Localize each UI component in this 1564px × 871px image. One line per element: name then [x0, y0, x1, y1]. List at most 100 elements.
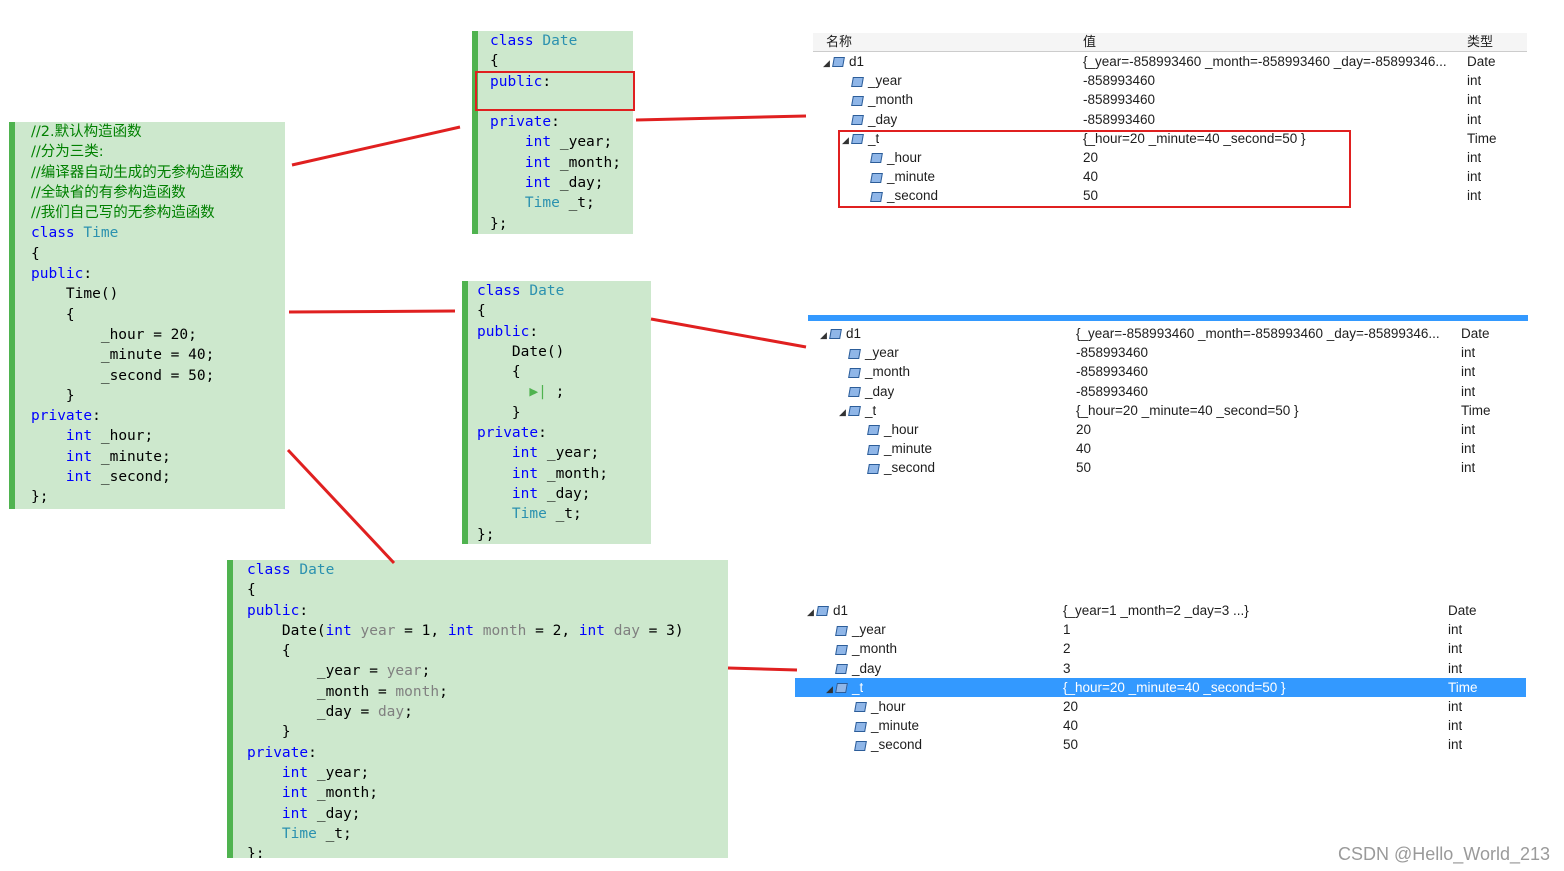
code-token: //编译器自动生成的无参构造函数 [31, 164, 244, 181]
code-token: } [31, 387, 75, 404]
variable-value[interactable]: -858993460 [1076, 382, 1455, 401]
code-line: class Time [31, 223, 285, 243]
code-lines: //2.默认构造函数 //分为三类: //编译器自动生成的无参构造函数 //全缺省的有… [31, 122, 285, 508]
code-token: _t; [546, 506, 582, 523]
watch-row[interactable]: ◢ _t {_hour=20 _minute=40 _second=50 } Time [795, 677, 1526, 699]
watch-row[interactable]: _minute 40 int [795, 716, 1526, 735]
code-line: public: [477, 322, 651, 342]
variable-value[interactable]: -858993460 [1076, 362, 1455, 381]
watch-name-cell: _year [826, 620, 886, 639]
code-token: _t; [316, 825, 352, 842]
code-token: ; [421, 663, 431, 680]
variable-name: _year [852, 622, 886, 638]
code-line: }; [490, 214, 633, 234]
variable-value[interactable]: {_year=1 _month=2 _day=3 ...} [1063, 601, 1442, 620]
code-line: private: [247, 743, 728, 763]
variable-name: _minute [884, 441, 933, 457]
watch-row[interactable]: _year -858993460 int [808, 343, 1528, 362]
expand-toggle-icon[interactable]: ◢ [807, 603, 817, 622]
watch-name-cell: _hour [845, 697, 906, 716]
watch-row[interactable]: ◢ d1 {_year=-858993460 _month=-858993460 _… [813, 52, 1527, 71]
code-line: } [31, 386, 285, 406]
variable-value[interactable]: 20 [1063, 697, 1442, 716]
expand-toggle-icon[interactable]: ◢ [820, 326, 830, 345]
watch-row[interactable]: _day 3 int [795, 659, 1526, 678]
variable-value[interactable]: {_year=-858993460 _month=-858993460 _day… [1083, 52, 1461, 71]
code-token: public [477, 323, 530, 340]
watch-row[interactable]: _month 2 int [795, 639, 1526, 658]
watermark: CSDN @Hello_World_213 [1337, 844, 1550, 864]
variable-icon [854, 740, 867, 751]
variable-value[interactable]: 2 [1063, 639, 1442, 658]
watch-row[interactable]: _hour 20 int [795, 697, 1526, 716]
watch-row[interactable]: _second 50 int [795, 735, 1526, 754]
watch-row[interactable]: _second 50 int [808, 458, 1528, 477]
code-line: { [31, 305, 285, 325]
variable-value[interactable]: 50 [1063, 735, 1442, 754]
watch-row[interactable]: _year 1 int [795, 620, 1526, 639]
variable-type: int [1461, 422, 1476, 437]
variable-value[interactable]: 1 [1063, 620, 1442, 639]
variable-value[interactable]: -858993460 [1083, 71, 1461, 90]
variable-value[interactable]: {_year=-858993460 _month=-858993460 _day… [1076, 324, 1455, 343]
variable-value[interactable]: -858993460 [1076, 343, 1455, 362]
watch-row[interactable]: _minute 40 int [808, 439, 1528, 458]
variable-value[interactable]: {_hour=20 _minute=40 _second=50 } [1063, 678, 1442, 697]
watch-name-cell: _second [845, 735, 922, 754]
watch-row[interactable]: _year -858993460 int [813, 71, 1527, 90]
variable-value[interactable]: 40 [1063, 716, 1442, 735]
variable-type: int [1448, 737, 1463, 753]
watch-row[interactable]: _hour 20 int [808, 420, 1528, 439]
code-token: int [511, 445, 539, 462]
code-line: //我们自己写的无参构造函数 [31, 203, 285, 223]
watch-row[interactable]: _month -858993460 int [813, 90, 1527, 109]
code-token: Time [511, 506, 547, 523]
expand-toggle-icon[interactable]: ◢ [823, 54, 833, 73]
watch-name-cell: ◢ d1 [807, 601, 848, 622]
code-line: private: [31, 406, 285, 426]
variable-value[interactable]: -858993460 [1083, 110, 1461, 129]
watch-row[interactable]: ◢ _t {_hour=20 _minute=40 _second=50 } Time [808, 401, 1528, 420]
variable-name: _month [868, 92, 914, 108]
variable-value[interactable]: 3 [1063, 659, 1442, 678]
variable-icon [867, 444, 880, 455]
code-token: } [477, 404, 521, 421]
code-token: month [395, 683, 440, 700]
watch-name-cell: _year [842, 71, 902, 90]
header-type: 类型 [1467, 34, 1494, 49]
watch-name-cell: ◢ _t [839, 401, 876, 422]
variable-icon [851, 115, 864, 126]
watch-row[interactable]: _day -858993460 int [813, 110, 1527, 129]
code-token: int [65, 469, 93, 486]
expand-toggle-icon[interactable]: ◢ [839, 403, 849, 422]
code-token: Time [524, 195, 560, 212]
code-token: = 2, [526, 622, 579, 639]
variable-value[interactable]: 20 [1076, 420, 1455, 439]
expand-toggle-icon[interactable]: ◢ [826, 680, 836, 699]
watch-row[interactable]: _month -858993460 int [808, 362, 1528, 381]
code-token: _year = [247, 663, 387, 680]
variable-type: int [1461, 364, 1476, 380]
variable-value[interactable]: {_hour=20 _minute=40 _second=50 } [1076, 401, 1455, 420]
variable-icon [848, 387, 861, 398]
code-line: } [477, 403, 651, 423]
variable-icon [851, 95, 864, 106]
code-token: _month = [247, 683, 396, 700]
code-token: Time [83, 225, 119, 242]
watch-row[interactable]: ◢ d1 {_year=1 _month=2 _day=3 ...} Date [795, 601, 1526, 620]
watch-row[interactable]: _day -858993460 int [808, 382, 1528, 401]
code-token: _day; [551, 175, 604, 192]
code-token: int [447, 622, 475, 639]
code-token: }; [477, 526, 495, 543]
code-token: int [65, 428, 93, 445]
variable-value[interactable]: -858993460 [1083, 90, 1461, 109]
variable-value[interactable]: 50 [1076, 458, 1455, 477]
variable-name: d1 [833, 603, 849, 618]
watch-row[interactable]: ◢ d1 {_year=-858993460 _month=-858993460 _… [808, 324, 1528, 343]
variable-value[interactable]: 40 [1076, 439, 1455, 458]
code-token: private [247, 744, 309, 761]
